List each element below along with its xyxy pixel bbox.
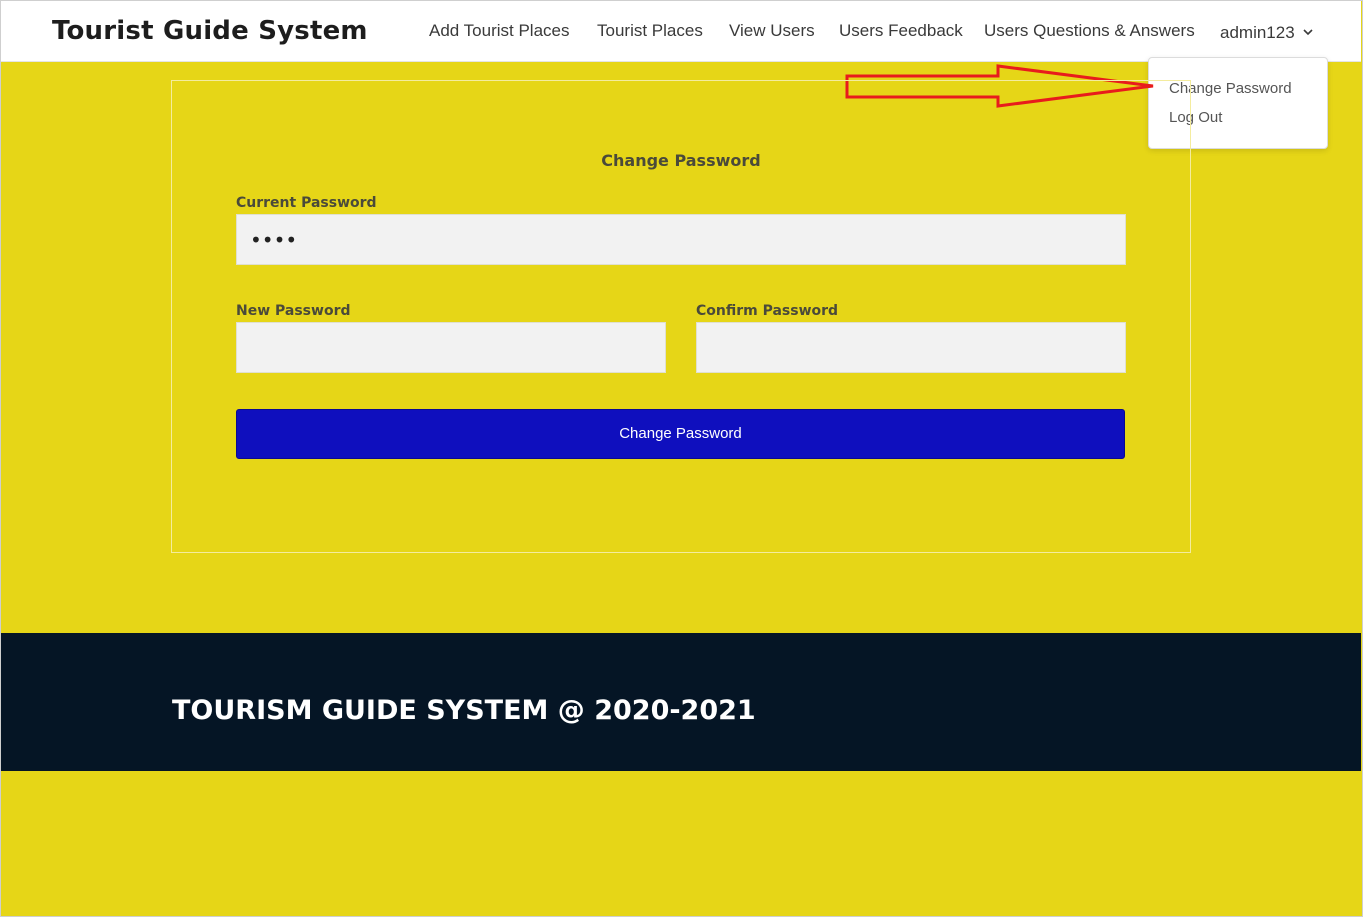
user-name: admin123 — [1220, 23, 1295, 42]
nav-add-tourist-places[interactable]: Add Tourist Places — [429, 21, 569, 41]
nav-users-feedback[interactable]: Users Feedback — [839, 21, 963, 41]
confirm-password-field[interactable] — [696, 322, 1126, 373]
current-password-label: Current Password — [236, 195, 377, 211]
brand-title[interactable]: Tourist Guide System — [52, 16, 368, 46]
form-title: Change Password — [601, 151, 761, 170]
nav-view-users[interactable]: View Users — [729, 21, 815, 41]
footer-copyright: TOURISM GUIDE SYSTEM @ 2020-2021 — [172, 695, 756, 726]
user-menu-toggle[interactable]: admin123 — [1220, 21, 1313, 43]
current-password-field[interactable]: •••• — [236, 214, 1126, 265]
footer: TOURISM GUIDE SYSTEM @ 2020-2021 — [1, 633, 1361, 771]
nav-tourist-places[interactable]: Tourist Places — [597, 21, 703, 41]
confirm-password-label: Confirm Password — [696, 303, 839, 319]
nav-users-questions-answers[interactable]: Users Questions & Answers — [984, 21, 1195, 41]
new-password-field[interactable] — [236, 322, 666, 373]
top-navbar: Tourist Guide System Add Tourist Places … — [1, 1, 1361, 62]
new-password-label: New Password — [236, 303, 351, 319]
change-password-button[interactable]: Change Password — [236, 409, 1125, 459]
chevron-down-icon — [1303, 21, 1313, 41]
